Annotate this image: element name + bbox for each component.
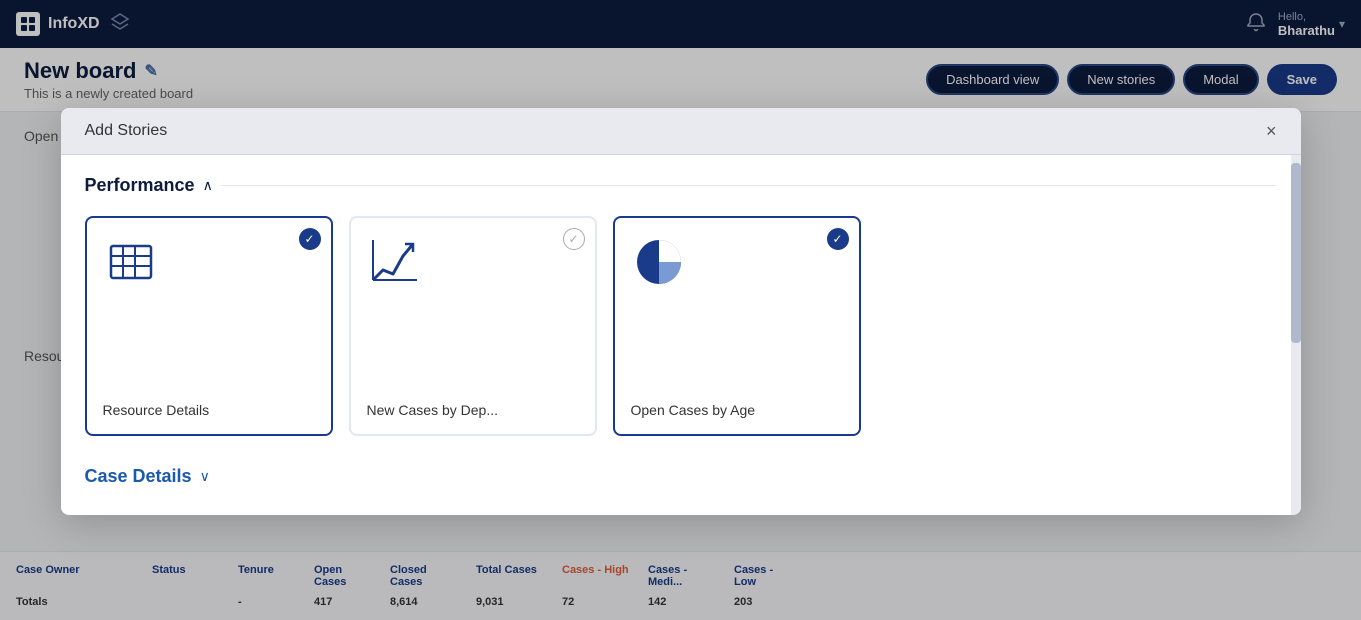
case-details-section-header: Case Details ∨ xyxy=(85,466,1277,487)
modal-scrollbar-thumb xyxy=(1291,163,1301,343)
check-badge-new-cases-dep: ✓ xyxy=(563,228,585,250)
add-stories-modal: Add Stories × Performance ∧ ✓ xyxy=(61,108,1301,515)
story-card-resource-details[interactable]: ✓ Resource Details xyxy=(85,216,333,436)
modal-title: Add Stories xyxy=(85,122,168,140)
modal-header: Add Stories × xyxy=(61,108,1301,155)
story-card-open-cases-age[interactable]: ✓ Open Cases by Age xyxy=(613,216,861,436)
check-badge-resource-details: ✓ xyxy=(299,228,321,250)
modal-scrollbar[interactable] xyxy=(1291,155,1301,515)
close-button[interactable]: × xyxy=(1266,122,1277,140)
table-icon xyxy=(103,234,159,290)
story-card-resource-details-label: Resource Details xyxy=(103,394,315,418)
story-card-new-cases-dep[interactable]: ✓ New Cases by Dep... xyxy=(349,216,597,436)
story-card-new-cases-dep-label: New Cases by Dep... xyxy=(367,394,579,418)
story-card-open-cases-age-label: Open Cases by Age xyxy=(631,394,843,418)
performance-section-header: Performance ∧ xyxy=(85,175,1277,196)
check-badge-open-cases-age: ✓ xyxy=(827,228,849,250)
case-details-section-title: Case Details xyxy=(85,466,192,487)
case-details-toggle-icon[interactable]: ∨ xyxy=(200,468,210,485)
stories-grid: ✓ Resource Details ✓ xyxy=(85,216,1277,436)
modal-body: Performance ∧ ✓ Resource Details xyxy=(61,155,1301,515)
performance-section-title: Performance xyxy=(85,175,195,196)
performance-toggle-icon[interactable]: ∧ xyxy=(203,177,213,194)
pie-icon xyxy=(631,234,687,290)
section-divider xyxy=(221,185,1277,186)
trend-icon xyxy=(367,234,423,290)
